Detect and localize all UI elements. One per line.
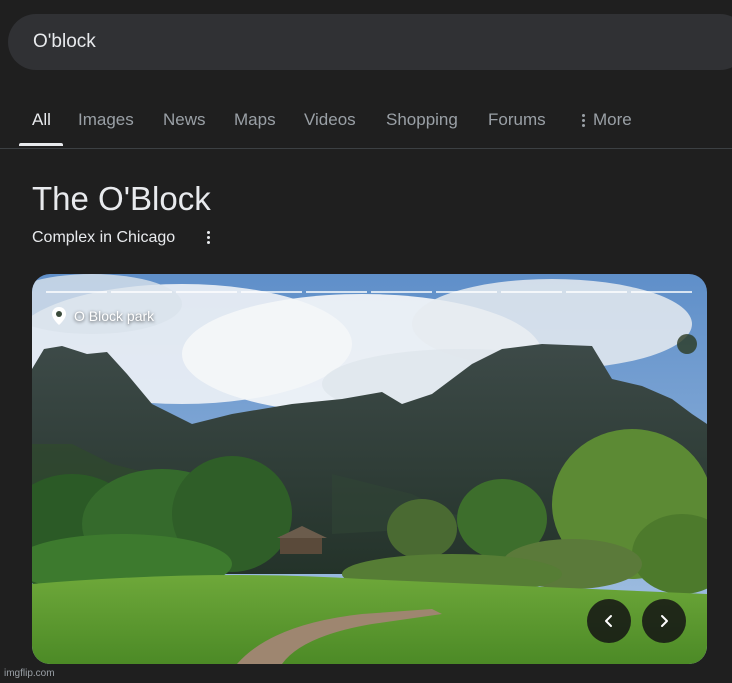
tab-forums[interactable]: Forums [488,110,546,130]
watermark: imgflip.com [4,668,55,679]
carousel-next-button[interactable] [642,599,686,643]
tab-maps[interactable]: Maps [234,110,276,130]
tab-images[interactable]: Images [78,110,134,130]
search-tabs: All Images News Maps Videos Shopping For… [0,96,732,149]
image-caption: O Block park [74,308,155,324]
carousel-progress [46,291,692,294]
tab-shopping[interactable]: Shopping [386,110,458,130]
active-tab-indicator [19,143,63,146]
carousel-prev-button[interactable] [587,599,631,643]
tab-more[interactable]: More [582,110,632,130]
chevron-left-icon [605,615,612,627]
chevron-right-icon [661,615,668,627]
knowledge-panel-title: The O'Block [32,180,211,217]
hero-image-carousel[interactable]: O Block park [32,274,707,664]
knowledge-panel-subtitle: Complex in Chicago [32,229,176,246]
tab-more-label: More [593,110,632,129]
search-bar[interactable]: O'block [8,14,732,70]
more-options-icon[interactable] [203,229,213,245]
tab-all[interactable]: All [32,110,51,130]
location-pin-icon [52,307,66,325]
search-input[interactable]: O'block [33,31,96,53]
more-vert-icon [582,112,585,129]
tab-videos[interactable]: Videos [304,110,356,130]
tab-news[interactable]: News [163,110,206,130]
